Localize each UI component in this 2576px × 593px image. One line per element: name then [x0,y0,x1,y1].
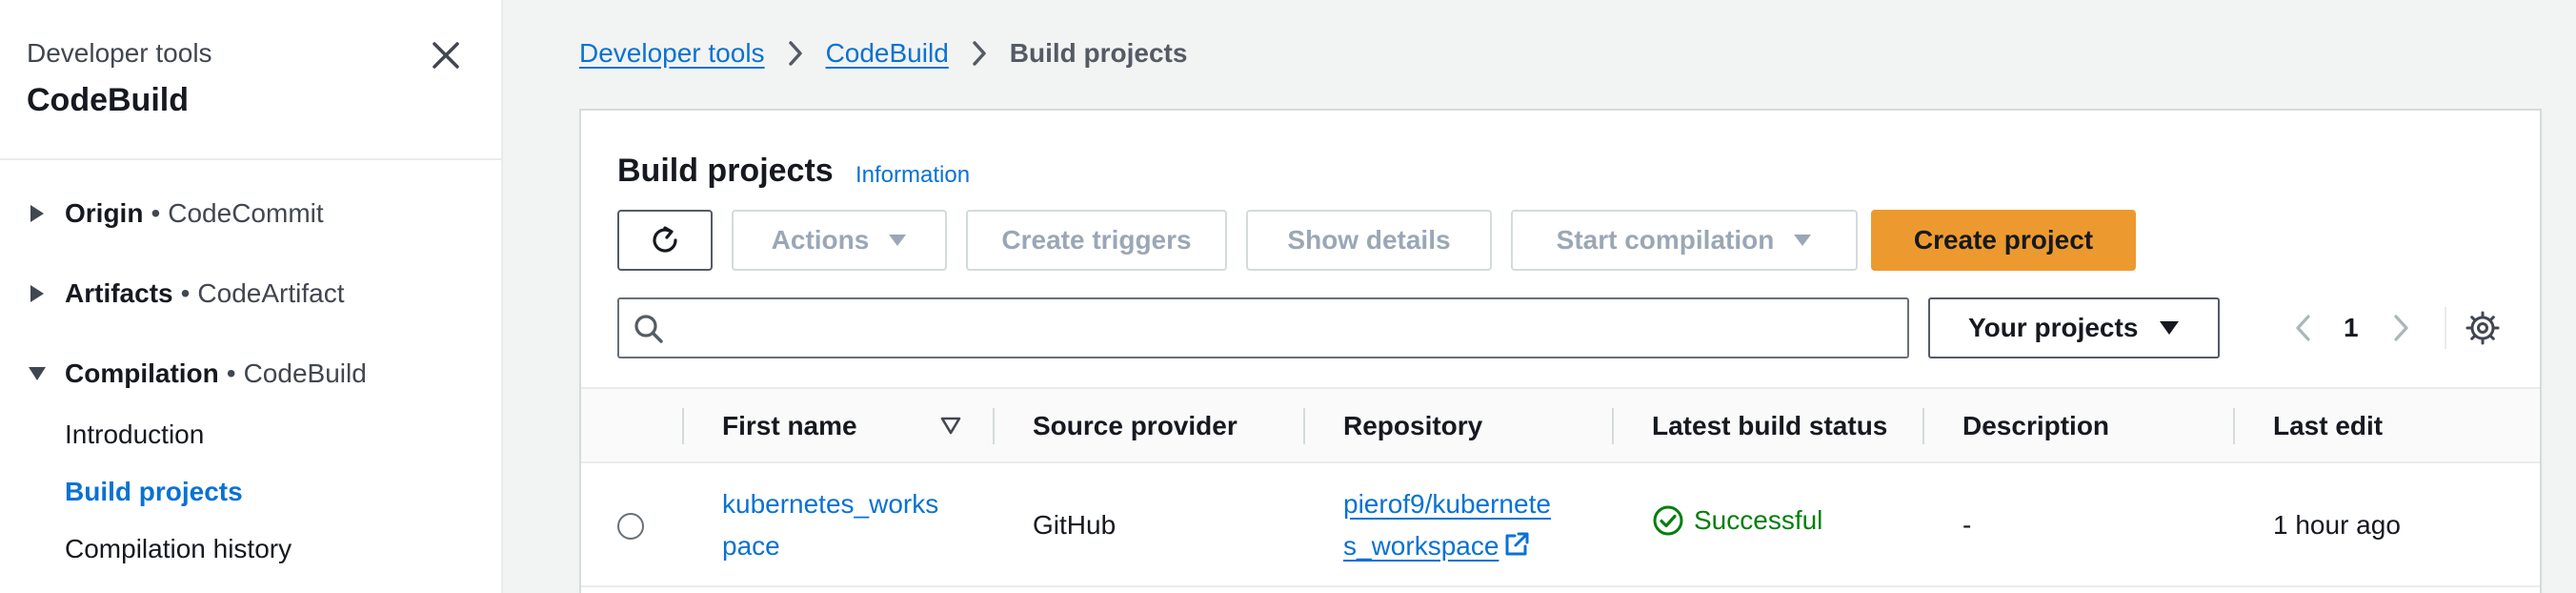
last-edit-cell: 1 hour ago [2273,510,2401,540]
separator: • [180,278,191,308]
sidebar-section-service: CodeArtifact [197,278,345,308]
info-link[interactable]: Information [855,162,970,189]
dropdown-caret-icon [2160,321,2180,335]
page-number[interactable]: 1 [2344,309,2359,347]
sidebar-section-service: CodeCommit [168,198,324,228]
search-icon [634,315,663,343]
project-name-line: kubernetes_works [722,489,939,519]
actions-label: Actions [771,225,870,255]
caret-right-icon [27,283,48,304]
projects-filter-value: Your projects [1968,313,2139,342]
search-input[interactable] [676,305,1896,351]
chevron-left-icon[interactable] [2284,309,2323,347]
chevron-right-icon[interactable] [2382,309,2420,347]
sidebar-service-label: Developer tools [27,38,212,68]
separator: • [151,198,161,228]
breadcrumb-current: Build projects [1009,38,1188,68]
sidebar-section-label: Compilation [65,358,219,388]
start-compilation-dropdown-button[interactable]: Start compilation [1511,210,1858,271]
start-compilation-label: Start compilation [1556,225,1775,255]
description-cell: - [1962,510,1972,540]
table-row: kubernetes_works pace GitHub pierof9/kub… [581,463,2540,587]
check-circle-icon [1653,505,1683,536]
column-header-first-name[interactable]: First name [722,389,857,463]
show-details-button[interactable]: Show details [1246,210,1492,271]
sidebar-divider [0,158,501,160]
breadcrumb: Developer tools CodeBuild Build projects [579,38,1187,69]
sidebar-section-origin[interactable]: Origin • CodeCommit [27,198,324,229]
sidebar-section-label: Origin [65,198,144,228]
sort-descending-icon[interactable] [939,414,962,437]
sidebar-item-compilation-history[interactable]: Compilation history [65,534,292,564]
sidebar-item-introduction[interactable]: Introduction [65,419,204,450]
sidebar-section-compilation[interactable]: Compilation • CodeBuild [27,358,367,389]
caret-right-icon [27,203,48,224]
create-project-button[interactable]: Create project [1871,210,2136,271]
sidebar-section-label: Artifacts [65,278,173,308]
sidebar-title[interactable]: CodeBuild [27,82,189,119]
status-badge: Successful [1652,504,1822,537]
settings-icon[interactable] [2462,307,2504,349]
refresh-button[interactable] [617,210,713,271]
table-header: First name Source provider Repository La… [581,387,2540,463]
source-provider-cell: GitHub [1033,510,1117,540]
chevron-right-icon [776,38,815,69]
close-icon[interactable] [427,36,465,74]
column-separator [993,408,995,444]
dropdown-caret-icon [1794,235,1812,246]
sidebar-section-artifacts[interactable]: Artifacts • CodeArtifact [27,278,344,309]
breadcrumb-developer-tools[interactable]: Developer tools [579,38,765,69]
sidebar-section-service: CodeBuild [243,358,367,388]
column-separator [1612,408,1614,444]
dropdown-caret-icon [889,235,907,246]
sidebar-item-build-projects[interactable]: Build projects [65,477,243,507]
side-navigation: Developer tools CodeBuild Origin • CodeC… [0,0,503,593]
chevron-right-icon [960,38,998,69]
column-separator [2233,408,2235,444]
pagination-divider [2445,307,2446,349]
repository-line: pierof9/kubernete [1343,489,1551,519]
column-header-description[interactable]: Description [1962,389,2109,463]
column-header-repository[interactable]: Repository [1343,389,1482,463]
repository-line: s_workspace [1343,531,1499,561]
project-name-link[interactable]: kubernetes_works pace [722,483,938,567]
caret-down-icon [27,363,48,384]
column-header-source-provider[interactable]: Source provider [1033,389,1238,463]
page-title: Build projects [617,153,834,189]
repository-line-2: s_workspace [1343,525,1551,567]
create-triggers-button[interactable]: Create triggers [966,210,1227,271]
column-header-last-edit[interactable]: Last edit [2273,389,2383,463]
actions-dropdown-button[interactable]: Actions [732,210,947,271]
row-select-radio[interactable] [617,513,644,540]
column-separator [682,408,684,444]
search-field[interactable] [617,297,1909,358]
project-name-line: pace [722,531,780,561]
external-link-icon [1505,532,1529,556]
column-separator [1922,408,1924,444]
repository-link[interactable]: pierof9/kubernete s_workspace [1343,483,1551,567]
column-header-latest-build-status[interactable]: Latest build status [1652,389,1887,463]
separator: • [226,358,236,388]
column-separator [1303,408,1305,444]
refresh-icon [653,226,677,253]
breadcrumb-codebuild[interactable]: CodeBuild [826,38,949,69]
build-projects-panel: Build projects Information Actions Creat… [579,109,2542,593]
status-text: Successful [1694,505,1823,535]
projects-filter-select[interactable]: Your projects [1928,297,2220,358]
